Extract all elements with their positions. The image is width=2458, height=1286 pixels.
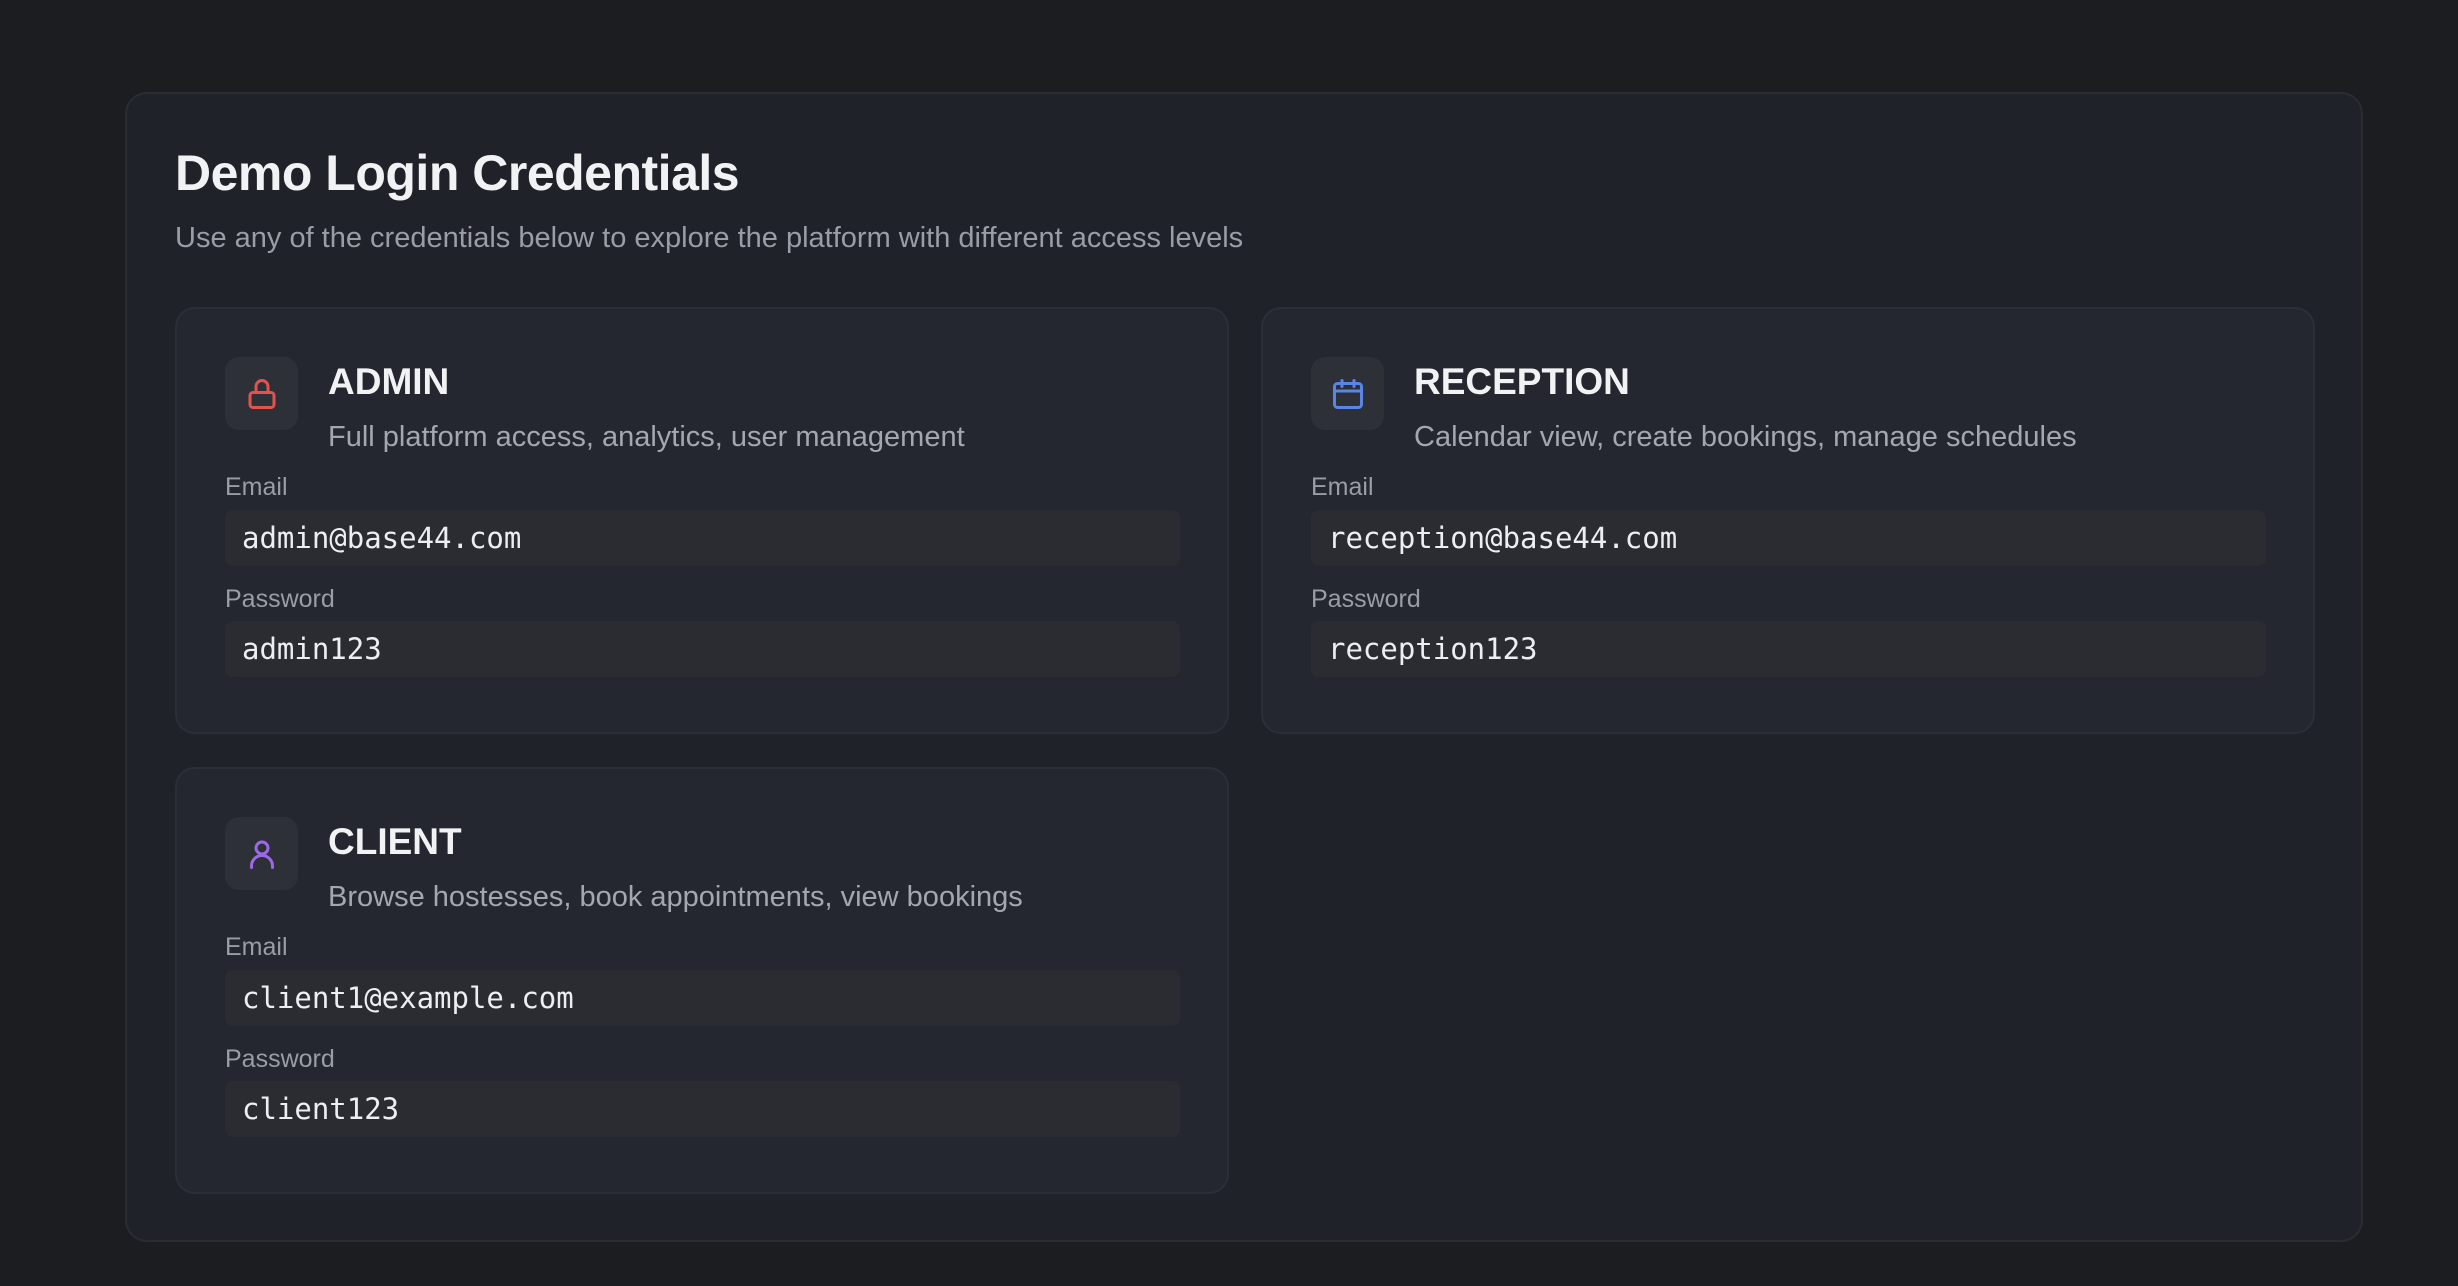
password-field[interactable]: admin123 [225, 621, 1180, 677]
role-title: CLIENT [328, 821, 462, 862]
email-label: Email [225, 473, 288, 501]
credential-card-client: CLIENT Browse hostesses, book appointmen… [175, 767, 1229, 1194]
role-icon-box [225, 357, 298, 430]
credential-card-admin: ADMIN Full platform access, analytics, u… [175, 307, 1229, 734]
password-field[interactable]: client123 [225, 1081, 1180, 1137]
role-description: Calendar view, create bookings, manage s… [1414, 421, 2077, 453]
password-label: Password [1311, 585, 1421, 613]
email-field[interactable]: reception@base44.com [1311, 510, 2266, 566]
email-label: Email [225, 933, 288, 961]
credential-card-reception: RECEPTION Calendar view, create bookings… [1261, 307, 2315, 734]
email-field[interactable]: admin@base44.com [225, 510, 1180, 566]
email-field[interactable]: client1@example.com [225, 970, 1180, 1026]
role-description: Full platform access, analytics, user ma… [328, 421, 965, 453]
role-title: RECEPTION [1414, 361, 1630, 402]
role-icon-box [1311, 357, 1384, 430]
password-field[interactable]: reception123 [1311, 621, 2266, 677]
page-title: Demo Login Credentials [175, 145, 740, 201]
role-icon-box [225, 817, 298, 890]
user-icon [244, 836, 280, 872]
page-subtitle: Use any of the credentials below to expl… [175, 222, 1244, 254]
role-description: Browse hostesses, book appointments, vie… [328, 881, 1023, 913]
role-title: ADMIN [328, 361, 450, 402]
password-label: Password [225, 1045, 335, 1073]
password-label: Password [225, 585, 335, 613]
calendar-icon [1330, 376, 1366, 412]
demo-credentials-panel: Demo Login Credentials Use any of the cr… [125, 92, 2363, 1242]
email-label: Email [1311, 473, 1374, 501]
lock-icon [244, 376, 280, 412]
